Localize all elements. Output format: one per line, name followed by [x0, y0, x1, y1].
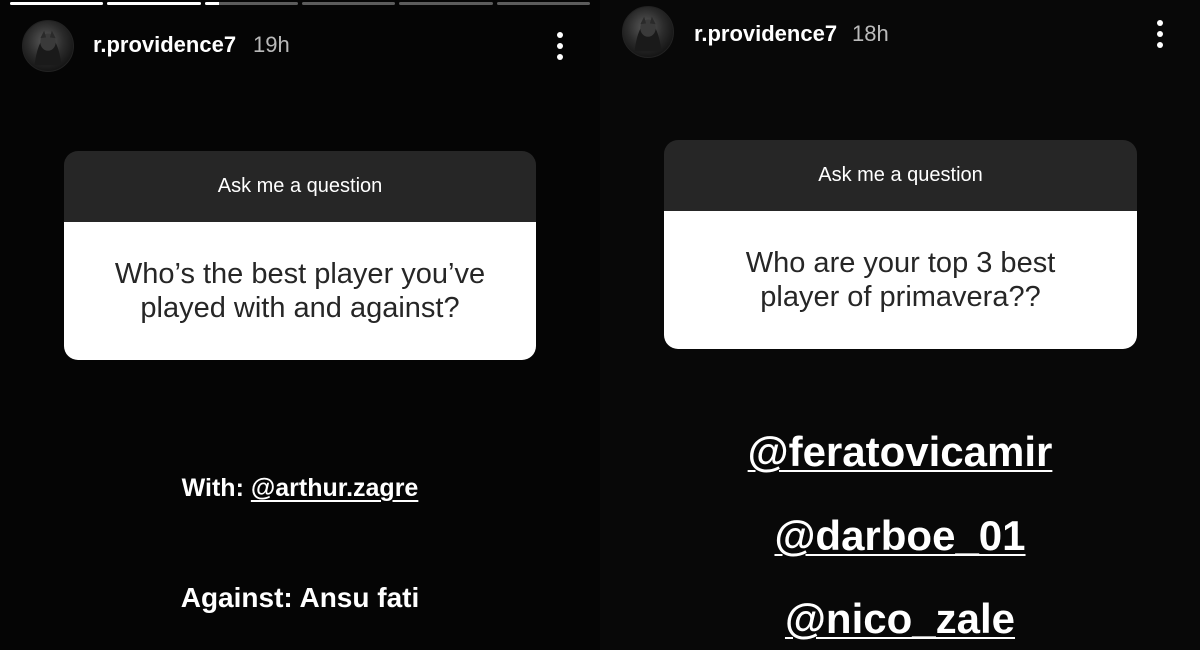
- time-posted: 18h: [852, 21, 889, 46]
- progress-segment: [399, 2, 493, 5]
- story-progress-bar: [10, 2, 590, 5]
- sticker-question: Who’s the best player you’ve played with…: [64, 222, 536, 360]
- progress-segment: [496, 2, 590, 5]
- mention-link[interactable]: @nico_zale: [600, 595, 1200, 643]
- story-panel-left: r.providence7 19h Ask me a question Who’…: [0, 0, 600, 650]
- username[interactable]: r.providence7: [93, 32, 236, 58]
- mention-link[interactable]: @darboe_01: [600, 512, 1200, 560]
- question-sticker: Ask me a question Who are your top 3 bes…: [664, 140, 1137, 349]
- progress-segment: [10, 2, 104, 5]
- progress-segment: [301, 2, 396, 5]
- answer-with: With: @arthur.zagre: [0, 474, 600, 503]
- answer-against: Against: Ansu fati: [180, 582, 420, 613]
- progress-segment: [107, 2, 201, 5]
- progress-segment: [204, 2, 298, 5]
- sticker-header: Ask me a question: [64, 151, 536, 222]
- story-panel-right: r.providence7 18h Ask me a question Who …: [600, 0, 1200, 650]
- sticker-header: Ask me a question: [664, 140, 1137, 211]
- username[interactable]: r.providence7: [694, 21, 837, 47]
- mention-link[interactable]: @arthur.zagre: [251, 474, 418, 502]
- question-sticker: Ask me a question Who’s the best player …: [64, 151, 536, 360]
- more-vertical-icon[interactable]: [550, 28, 570, 64]
- sticker-question: Who are your top 3 best player of primav…: [664, 211, 1137, 349]
- answer-with-prefix: With:: [181, 474, 251, 502]
- avatar[interactable]: [622, 6, 674, 58]
- mention-link[interactable]: @feratovicamir: [600, 428, 1200, 476]
- more-vertical-icon[interactable]: [1150, 16, 1170, 52]
- avatar[interactable]: [22, 20, 74, 72]
- time-posted: 19h: [253, 32, 290, 57]
